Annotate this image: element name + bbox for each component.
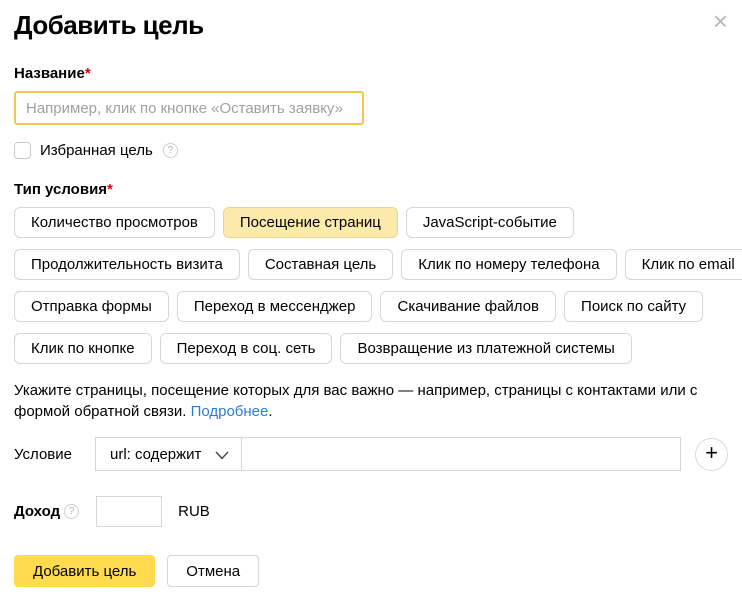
condition-type-chip[interactable]: Составная цель <box>248 249 393 280</box>
favorite-help-icon[interactable]: ? <box>163 143 178 158</box>
add-condition-button[interactable]: + <box>695 438 728 471</box>
favorite-goal-row: Избранная цель ? <box>14 142 728 159</box>
add-goal-submit-button[interactable]: Добавить цель <box>14 555 155 587</box>
revenue-label: Доход <box>14 503 60 520</box>
condition-type-row: Количество просмотров Посещение страниц Ja… <box>14 207 728 238</box>
currency-label: RUB <box>178 503 210 520</box>
favorite-goal-checkbox[interactable] <box>14 142 31 159</box>
add-goal-dialog: × Добавить цель Название* Избранная цель… <box>0 0 742 597</box>
condition-operator-value: url: содержит <box>110 446 201 463</box>
cancel-button[interactable]: Отмена <box>167 555 259 587</box>
condition-type-chip[interactable]: Продолжительность визита <box>14 249 240 280</box>
plus-icon: + <box>705 442 718 464</box>
condition-type-chip[interactable]: Поиск по сайту <box>564 291 703 322</box>
condition-operator-select[interactable]: url: содержит <box>95 437 242 471</box>
condition-url-input[interactable] <box>242 437 681 471</box>
condition-type-chip[interactable]: Переход в мессенджер <box>177 291 373 322</box>
condition-type-chip[interactable]: Клик по email <box>625 249 742 280</box>
revenue-help-icon[interactable]: ? <box>64 504 79 519</box>
condition-row: Условие url: содержит + <box>14 437 728 471</box>
condition-type-chip[interactable]: Возвращение из платежной системы <box>340 333 631 364</box>
condition-type-rows: Количество просмотров Посещение страниц Ja… <box>14 207 728 364</box>
condition-type-chip[interactable]: Количество просмотров <box>14 207 215 238</box>
condition-type-chip[interactable]: Клик по кнопке <box>14 333 152 364</box>
condition-type-row: Продолжительность визита Составная цель Кл… <box>14 249 728 280</box>
description-text: Укажите страницы, посещение которых для … <box>14 381 728 422</box>
condition-type-chip[interactable]: Скачивание файлов <box>380 291 556 322</box>
revenue-row: Доход ? RUB <box>14 496 728 527</box>
condition-type-chip[interactable]: Отправка формы <box>14 291 169 322</box>
favorite-goal-label: Избранная цель <box>40 142 153 159</box>
close-icon[interactable]: × <box>713 10 728 32</box>
condition-label: Условие <box>14 446 95 463</box>
condition-type-label: Тип условия* <box>14 181 728 198</box>
condition-type-section: Тип условия* Количество просмотров Посеще… <box>14 181 728 364</box>
description-after-link: . <box>268 403 272 420</box>
condition-type-chip[interactable]: Посещение страниц <box>223 207 398 238</box>
condition-type-chip[interactable]: Клик по номеру телефона <box>401 249 616 280</box>
chevron-down-icon <box>215 451 229 460</box>
required-asterisk: * <box>85 65 91 82</box>
description-before-link: Укажите страницы, посещение которых для … <box>14 382 697 420</box>
goal-name-input[interactable] <box>14 91 364 125</box>
name-field-label: Название* <box>14 65 728 82</box>
condition-type-label-text: Тип условия <box>14 181 107 198</box>
learn-more-link[interactable]: Подробнее <box>191 403 269 420</box>
revenue-input[interactable] <box>96 496 162 527</box>
dialog-title: Добавить цель <box>14 10 728 41</box>
condition-type-row: Клик по кнопке Переход в соц. сетьВозвращ… <box>14 333 728 364</box>
condition-type-row: Отправка формы Переход в мессенджерСкачив… <box>14 291 728 322</box>
condition-type-chip[interactable]: Переход в соц. сеть <box>160 333 333 364</box>
name-label-text: Название <box>14 65 85 82</box>
dialog-actions: Добавить цель Отмена <box>14 555 728 587</box>
required-asterisk: * <box>107 181 113 198</box>
condition-type-chip[interactable]: JavaScript-событие <box>406 207 574 238</box>
